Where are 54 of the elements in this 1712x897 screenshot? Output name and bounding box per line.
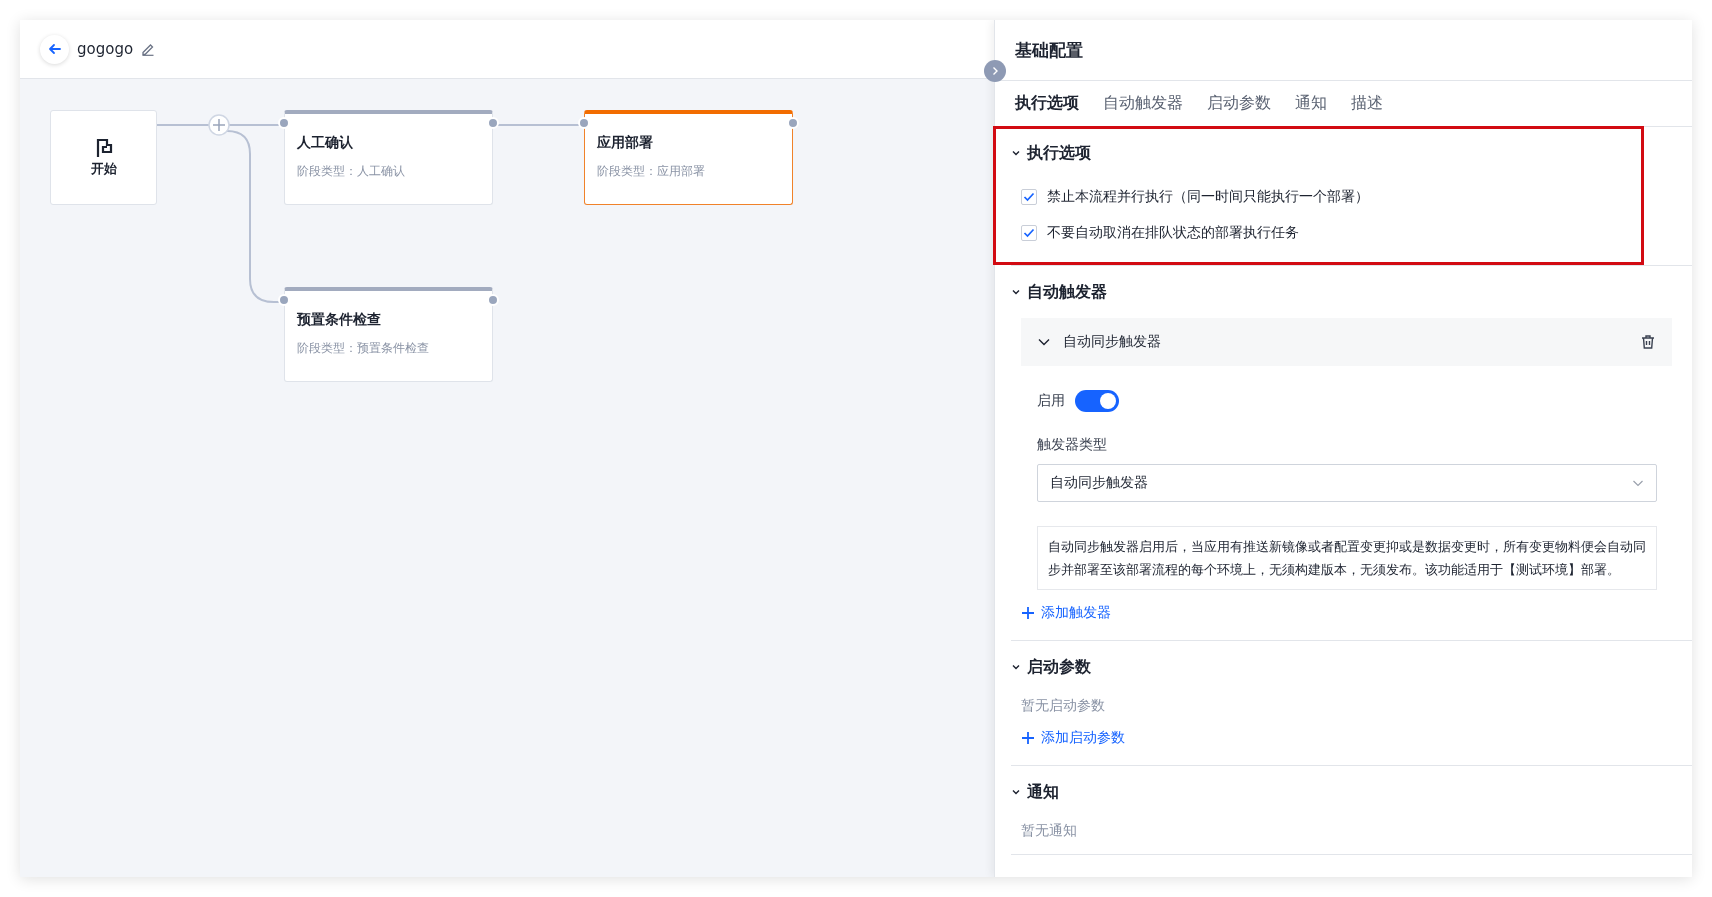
panel-title: 基础配置 <box>1015 38 1083 62</box>
add-parameter-link[interactable]: 添加启动参数 <box>1021 729 1672 747</box>
back-button[interactable] <box>40 34 69 64</box>
trigger-header[interactable]: 自动同步触发器 <box>1021 318 1672 366</box>
chevron-right-icon <box>990 66 1000 76</box>
back-arrow-icon <box>47 42 62 56</box>
start-label: 开始 <box>90 159 117 178</box>
connector-line <box>156 124 210 126</box>
edit-icon[interactable] <box>141 42 156 56</box>
section-title: 通知 <box>1027 781 1059 803</box>
stage-node[interactable]: 应用部署 阶段类型：应用部署 <box>584 110 793 205</box>
plus-icon <box>1021 731 1035 745</box>
port-dot[interactable] <box>278 294 290 306</box>
tab[interactable]: 自动触发器 <box>1103 93 1183 114</box>
add-trigger-link[interactable]: 添加触发器 <box>1021 604 1672 622</box>
chevron-down-icon[interactable] <box>1011 148 1021 158</box>
chevron-down-icon[interactable] <box>1011 287 1021 297</box>
pipeline-title: gogogo <box>77 40 134 58</box>
plus-icon <box>1021 606 1035 620</box>
connector-line <box>228 124 281 126</box>
field-label: 触发器类型 <box>1037 436 1108 454</box>
trigger-type-select[interactable]: 自动同步触发器 <box>1037 464 1657 502</box>
option-label: 禁止本流程并行执行（同一时间只能执行一个部署） <box>1047 188 1369 206</box>
empty-text: 暂无通知 <box>1021 822 1078 840</box>
stage-type: 阶段类型：预置条件检查 <box>297 340 430 357</box>
option-label: 不要自动取消在排队状态的部署执行任务 <box>1047 224 1299 242</box>
tab[interactable]: 执行选项 <box>1015 93 1079 114</box>
section-title: 执行选项 <box>1027 142 1091 164</box>
tab[interactable]: 启动参数 <box>1207 93 1271 114</box>
chevron-down-icon[interactable] <box>1011 662 1021 672</box>
checkbox[interactable] <box>1021 189 1037 205</box>
stage-node[interactable]: 预置条件检查 阶段类型：预置条件检查 <box>284 287 493 382</box>
tab[interactable]: 描述 <box>1351 93 1383 114</box>
trigger-name: 自动同步触发器 <box>1063 333 1162 351</box>
section-title: 启动参数 <box>1027 656 1091 678</box>
empty-text: 暂无启动参数 <box>1021 697 1106 715</box>
stage-title: 预置条件检查 <box>297 311 382 329</box>
tab[interactable]: 通知 <box>1295 93 1327 114</box>
section-title: 自动触发器 <box>1027 281 1107 303</box>
collapse-button[interactable] <box>984 60 1006 82</box>
stage-type: 阶段类型：应用部署 <box>597 163 706 180</box>
port-dot[interactable] <box>278 117 290 129</box>
trash-icon[interactable] <box>1640 334 1656 350</box>
stage-type: 阶段类型：人工确认 <box>297 163 406 180</box>
stage-title: 人工确认 <box>297 134 354 152</box>
port-dot[interactable] <box>578 117 590 129</box>
chevron-down-icon[interactable] <box>1011 787 1021 797</box>
enable-label: 启用 <box>1037 392 1065 410</box>
checkbox[interactable] <box>1021 225 1037 241</box>
start-node[interactable]: 开始 <box>50 110 157 205</box>
trigger-description: 自动同步触发器启用后，当应用有推送新镜像或者配置变更抑或是数据变更时，所有变更物料便会自动同步并部署至该部署流程的每个环境上，无须构建版本，无须发布。该功能适用于【测试环境】部署。 <box>1037 526 1657 590</box>
stage-title: 应用部署 <box>597 134 654 152</box>
toggle-switch[interactable] <box>1075 390 1119 412</box>
stage-node[interactable]: 人工确认 阶段类型：人工确认 <box>284 110 493 205</box>
